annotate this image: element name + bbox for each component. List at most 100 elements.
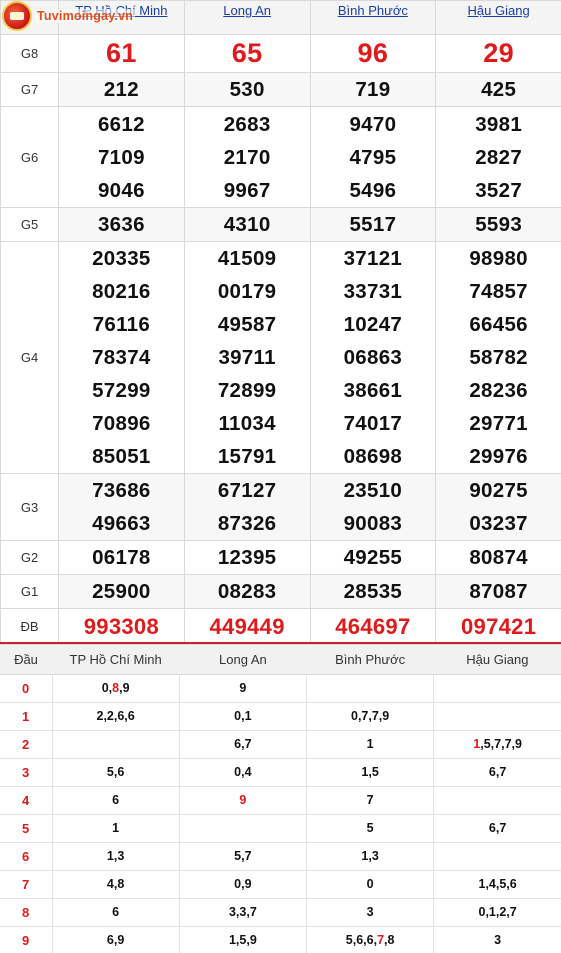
loto-tail-cell: 0: [306, 870, 435, 899]
province-link-long-an[interactable]: Long An: [223, 3, 271, 18]
prize-value-cell: 530: [183, 72, 311, 107]
loto-row: 2 6,7 1 1,5,7,7,9: [0, 730, 561, 759]
prize-row: G2 06178 12395 49255 80874: [0, 540, 561, 575]
loto-tail-text: 6: [112, 793, 120, 807]
prize-value-cell: 2683 2170 9967: [183, 106, 311, 208]
loto-tail-cell: 3: [433, 926, 561, 953]
prize-number: 9046: [97, 178, 145, 202]
prize-value-cell: 719: [309, 72, 437, 107]
prize-number: 49587: [217, 313, 277, 336]
prize-number: 3527: [475, 178, 523, 202]
prize-number: 9967: [223, 178, 271, 202]
prize-value-cell: 08283: [183, 574, 311, 609]
prize-number: 4795: [349, 145, 397, 169]
loto-head-table: Đầu TP Hồ Chí Minh Long An Bình Phước Hậ…: [0, 645, 561, 953]
prize-row: G6 6612 7109 9046 2683 2170 9967 9470 4795 5496 39…: [0, 106, 561, 208]
prize-number: 5496: [349, 178, 397, 202]
loto-tail-cell: 9: [179, 786, 308, 815]
prize-number: 87087: [469, 580, 528, 603]
prize-label: G7: [0, 72, 59, 107]
loto-header-row: Đầu TP Hồ Chí Minh Long An Bình Phước Hậ…: [0, 645, 561, 675]
prize-value-cell: 464697: [309, 608, 437, 645]
loto-tail-cell: 1,3: [52, 842, 180, 871]
loto-tail-text: 7: [366, 793, 374, 807]
loto-tail-text: 9: [239, 681, 247, 695]
prize-value-cell: 4310: [183, 207, 311, 242]
prize-number: 4310: [223, 213, 271, 236]
loto-tail-text: 6,7: [234, 737, 252, 751]
loto-tail-text: ,8: [384, 933, 395, 947]
prize-number: 28535: [343, 580, 403, 603]
loto-row: 1 2,2,6,6 0,1 0,7,7,9: [0, 702, 561, 731]
loto-tail-text: 3: [366, 905, 374, 919]
prize-number: 06863: [343, 346, 403, 369]
prize-number: 15791: [217, 445, 277, 468]
loto-tail-text: 1,3: [106, 849, 125, 863]
loto-tail-text: 1,4,5,6: [478, 877, 517, 891]
prize-number: 530: [229, 78, 265, 101]
loto-tail-cell: 0,9: [179, 870, 308, 899]
loto-header-province: TP Hồ Chí Minh: [52, 645, 180, 675]
loto-head-digit: 8: [0, 898, 53, 927]
province-header-0[interactable]: TP Hồ Chí Minh: [58, 0, 185, 35]
prize-number: 2827: [475, 145, 523, 169]
loto-header-dau: Đầu: [0, 645, 52, 675]
prize-number: 74017: [343, 412, 403, 435]
province-link-hcm[interactable]: TP Hồ Chí Minh: [75, 3, 167, 18]
prize-number: 87326: [217, 512, 277, 535]
loto-tail-cell: [433, 702, 561, 731]
loto-tail-text: 3,3,7: [228, 905, 257, 919]
province-header-1[interactable]: Long An: [183, 0, 311, 35]
prize-number: 08283: [217, 580, 277, 603]
prize-label: G5: [0, 207, 59, 242]
loto-row: 4 6 9 7: [0, 786, 561, 815]
section-divider: [0, 642, 561, 644]
loto-header-province: Long An: [179, 645, 307, 675]
province-header-3[interactable]: Hậu Giang: [435, 0, 561, 35]
prize-number: 20335: [92, 247, 151, 270]
loto-head-digit: 3: [0, 758, 53, 787]
loto-header-province: Bình Phước: [306, 645, 434, 675]
prize-value-cell: 61: [58, 34, 185, 73]
loto-head-digit: 1: [0, 702, 53, 731]
results-table: TP Hồ Chí Minh Long An Bình Phước Hậu Gi…: [0, 0, 561, 645]
prize-row: G8 61 65 96 29: [0, 34, 561, 73]
prize-number: 37121: [343, 247, 403, 270]
province-link-binh-phuoc[interactable]: Bình Phước: [338, 3, 408, 18]
prize-number: 49255: [343, 546, 403, 569]
loto-tail-cell: 6,7: [179, 730, 308, 759]
prize-label: G6: [0, 106, 59, 208]
prize-number: 28236: [469, 379, 528, 402]
prize-label: G3: [0, 473, 59, 541]
prize-number: 2683: [223, 112, 271, 136]
prize-number: 00179: [217, 280, 277, 303]
loto-tail-cell: 3,3,7: [179, 898, 308, 927]
loto-tail-text: 5,6: [106, 765, 125, 779]
loto-tail-cell: 6: [52, 786, 180, 815]
prize-number: 80216: [92, 280, 151, 303]
province-header-2[interactable]: Bình Phước: [309, 0, 437, 35]
prize-label: G2: [0, 540, 59, 575]
loto-tail-text: 0,1,2,7: [478, 905, 517, 919]
loto-tail-cell: 3: [306, 898, 435, 927]
prize-number: 72899: [217, 379, 277, 402]
loto-head-digit: 7: [0, 870, 53, 899]
loto-head-digit: 6: [0, 842, 53, 871]
loto-tail-cell: 1: [306, 730, 435, 759]
prize-number: 85051: [92, 445, 151, 468]
loto-tail-text: 6: [112, 905, 120, 919]
prize-number: 66456: [469, 313, 528, 336]
loto-tail-text: 1: [366, 737, 374, 751]
loto-tail-text: 5: [366, 821, 374, 835]
prize-number: 78374: [92, 346, 151, 369]
prize-number: 80874: [469, 546, 528, 569]
province-link-hau-giang[interactable]: Hậu Giang: [468, 3, 530, 18]
loto-tail-text: 0,1: [234, 709, 252, 723]
loto-row: 6 1,3 5,7 1,3: [0, 842, 561, 871]
loto-tail-cell: 0,7,7,9: [306, 702, 435, 731]
prize-value-cell: 41509 00179 49587 39711 72899 11034 15791: [183, 241, 311, 474]
prize-value-cell: 80874: [435, 540, 561, 575]
prize-value-cell: 29: [435, 34, 561, 73]
prize-value-cell: 98980 74857 66456 58782 28236 29771 29976: [435, 241, 561, 474]
prize-number: 65: [231, 38, 263, 68]
